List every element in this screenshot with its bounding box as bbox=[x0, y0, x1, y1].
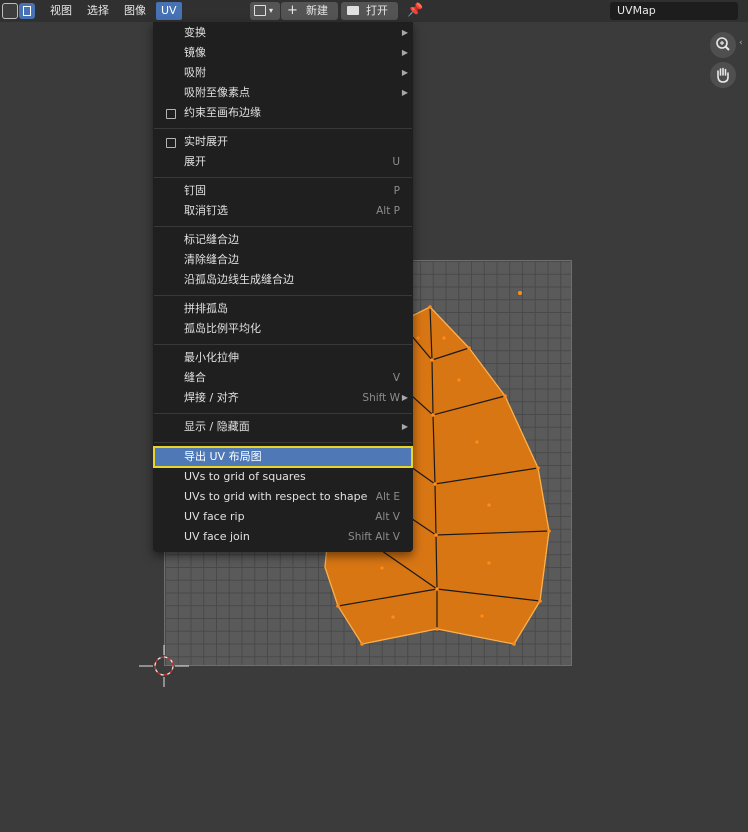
menu-item-minimize-stretch[interactable]: 最小化拉伸 bbox=[153, 348, 413, 368]
submenu-arrow-icon: ▶ bbox=[401, 68, 408, 77]
menu-item-uv-face-rip[interactable]: UV face rip Alt V bbox=[153, 507, 413, 527]
menu-item-unpin[interactable]: 取消钉选 Alt P bbox=[153, 201, 413, 221]
menu-item-uvs-to-grid-of-squares[interactable]: UVs to grid of squares bbox=[153, 467, 413, 487]
menu-separator bbox=[154, 344, 412, 345]
menu-item-snap[interactable]: 吸附 ▶ bbox=[153, 63, 413, 83]
menu-item-uv-face-join[interactable]: UV face join Shift Alt V bbox=[153, 527, 413, 547]
menu-separator bbox=[154, 226, 412, 227]
menu-item-uvs-to-grid-shape[interactable]: UVs to grid with respect to shape Alt E bbox=[153, 487, 413, 507]
2d-cursor-icon bbox=[139, 645, 189, 687]
menu-item-merge-align[interactable]: 焊接 / 对齐 Shift W ▶ bbox=[153, 388, 413, 408]
submenu-arrow-icon: ▶ bbox=[401, 422, 408, 431]
checkbox-icon bbox=[166, 109, 176, 119]
menu-item-mirror[interactable]: 镜像 ▶ bbox=[153, 43, 413, 63]
menu-item-seams-from-islands[interactable]: 沿孤岛边线生成缝合边 bbox=[153, 270, 413, 290]
menu-item-live-unwrap[interactable]: 实时展开 bbox=[153, 132, 413, 152]
menu-separator bbox=[154, 128, 412, 129]
uv-dropdown-menu: 变换 ▶ 镜像 ▶ 吸附 ▶ 吸附至像素点 ▶ 约束至画布边缘 实时展开 展开 U 钉固 P… bbox=[153, 22, 413, 552]
menu-item-constrain-to-bounds[interactable]: 约束至画布边缘 bbox=[153, 103, 413, 123]
menu-item-average-islands-scale[interactable]: 孤岛比例平均化 bbox=[153, 319, 413, 339]
menu-item-transform[interactable]: 变换 ▶ bbox=[153, 23, 413, 43]
menu-separator bbox=[154, 442, 412, 443]
menu-item-export-uv-layout[interactable]: 导出 UV 布局图 bbox=[153, 446, 413, 468]
menu-item-stitch[interactable]: 缝合 V bbox=[153, 368, 413, 388]
menu-separator bbox=[154, 413, 412, 414]
menu-item-unwrap[interactable]: 展开 U bbox=[153, 152, 413, 172]
menu-item-mark-seam[interactable]: 标记缝合边 bbox=[153, 230, 413, 250]
submenu-arrow-icon: ▶ bbox=[401, 393, 408, 402]
menu-item-show-hide-faces[interactable]: 显示 / 隐藏面 ▶ bbox=[153, 417, 413, 437]
menu-item-pin[interactable]: 钉固 P bbox=[153, 181, 413, 201]
submenu-arrow-icon: ▶ bbox=[401, 28, 408, 37]
menu-item-pack-islands[interactable]: 拼排孤岛 bbox=[153, 299, 413, 319]
menu-item-clear-seam[interactable]: 清除缝合边 bbox=[153, 250, 413, 270]
menu-separator bbox=[154, 177, 412, 178]
checkbox-icon bbox=[166, 138, 176, 148]
menu-separator bbox=[154, 295, 412, 296]
submenu-arrow-icon: ▶ bbox=[401, 88, 408, 97]
menu-item-snap-to-pixels[interactable]: 吸附至像素点 ▶ bbox=[153, 83, 413, 103]
submenu-arrow-icon: ▶ bbox=[401, 48, 408, 57]
